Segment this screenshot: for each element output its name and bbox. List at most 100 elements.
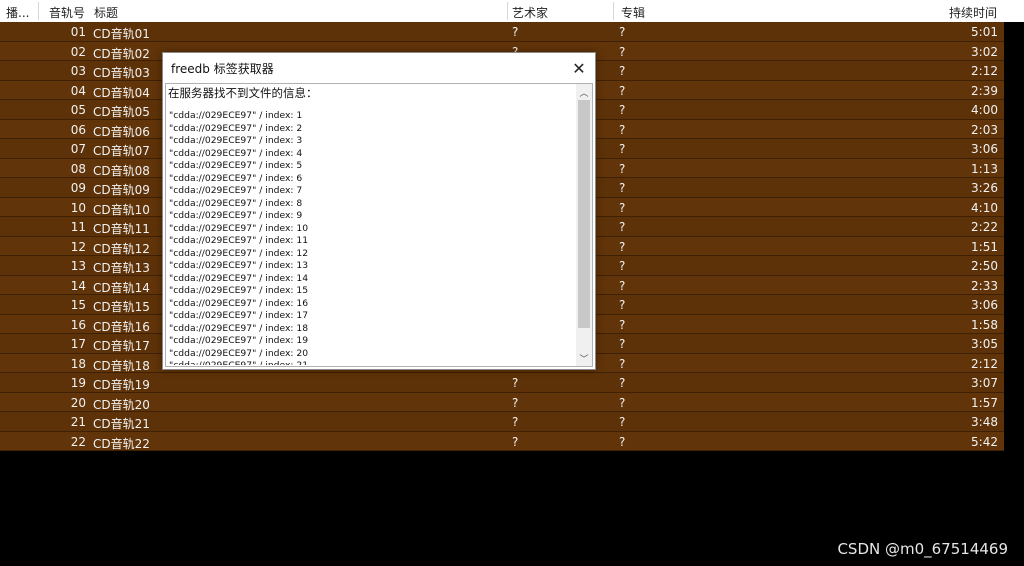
list-gutter [1004,22,1024,451]
track-album: ? [619,278,626,293]
scroll-down-icon[interactable]: ﹀ [576,350,592,366]
track-album: ? [619,239,626,254]
track-duration: 2:50 [971,259,998,273]
track-number: 22 [70,434,86,449]
track-artist: ? [512,415,519,429]
track-title: CD音轨02 [93,46,150,61]
missing-info-line: "cdda://029ECE97" / index: 6 [169,172,303,184]
track-number: 09 [70,181,86,195]
track-album: ? [619,337,626,351]
track-album: ? [619,356,626,371]
track-album: ? [619,395,626,410]
missing-info-line: "cdda://029ECE97" / index: 1 [169,110,303,121]
track-number: 14 [70,278,86,293]
track-number: 15 [70,298,86,312]
track-album: ? [619,376,626,390]
track-album: ? [619,142,626,156]
track-number: 13 [70,259,86,273]
track-title: CD音轨10 [93,202,150,217]
column-header-title[interactable]: 标题 [94,4,118,21]
track-number: 11 [70,220,86,234]
track-title: CD音轨16 [93,319,150,334]
missing-info-line: "cdda://029ECE97" / index: 16 [169,297,309,309]
track-row[interactable]: 19 CD音轨19?? 3:07 [0,373,1004,393]
track-album: ? [619,298,626,312]
track-duration: 3:26 [971,181,998,195]
track-number: 20 [70,395,86,410]
track-row[interactable]: 20 CD音轨20?? 1:57 [0,392,1004,412]
track-duration: 4:00 [971,103,998,117]
track-duration: 2:03 [971,122,998,137]
track-number: 12 [70,239,86,254]
missing-info-line: "cdda://029ECE97" / index: 19 [169,335,309,346]
track-row[interactable]: 01 CD音轨01?? 5:01 [0,22,1004,42]
track-duration: 3:02 [971,44,998,59]
missing-info-line: "cdda://029ECE97" / index: 5 [169,160,303,171]
missing-info-line: "cdda://029ECE97" / index: 3 [169,135,303,146]
missing-info-line: "cdda://029ECE97" / index: 21 [169,360,577,365]
track-duration: 2:22 [971,220,998,234]
column-header-artist[interactable]: 艺术家 [512,4,548,21]
track-duration: 3:07 [971,376,998,390]
track-title: CD音轨14 [93,280,150,295]
missing-info-line: "cdda://029ECE97" / index: 9 [169,210,303,221]
missing-info-line: "cdda://029ECE97" / index: 14 [169,272,309,284]
track-title: CD音轨22 [93,436,150,451]
track-title: CD音轨17 [93,339,150,353]
dialog-titlebar[interactable]: freedb 标签获取器 ✕ [163,53,595,83]
track-duration: 3:48 [971,415,998,429]
track-duration: 1:51 [971,239,998,254]
track-title: CD音轨21 [93,417,150,431]
dialog-title: freedb 标签获取器 [171,62,274,76]
track-title: CD音轨19 [93,378,150,392]
track-duration: 1:13 [971,161,998,176]
track-number: 08 [70,161,86,176]
track-album: ? [619,25,626,39]
missing-info-line: "cdda://029ECE97" / index: 10 [169,222,309,234]
track-title: CD音轨05 [93,105,150,119]
column-header-track-number[interactable]: 音轨号 [49,4,85,21]
track-album: ? [619,64,626,78]
track-row[interactable]: 21 CD音轨21?? 3:48 [0,412,1004,432]
scroll-up-icon[interactable]: ︿ [576,84,592,100]
freedb-dialog: freedb 标签获取器 ✕ 在服务器找不到文件的信息： "cdda://029… [162,52,596,370]
track-album: ? [619,83,626,98]
dialog-scrollbar[interactable]: ︿ ﹀ [576,84,592,366]
track-title: CD音轨04 [93,85,150,100]
column-header-duration[interactable]: 持续时间 [949,4,997,21]
dialog-message: 在服务器找不到文件的信息： [168,86,318,100]
track-album: ? [619,161,626,176]
column-header-album[interactable]: 专辑 [621,4,645,21]
track-number: 07 [70,142,86,156]
watermark: CSDN @m0_67514469 [837,540,1008,558]
track-number: 19 [70,376,86,390]
scroll-thumb[interactable] [578,100,590,328]
column-separator[interactable] [507,2,508,20]
track-number: 06 [70,122,86,137]
track-number: 02 [70,44,86,59]
dialog-textbox[interactable]: 在服务器找不到文件的信息： "cdda://029ECE97" / index:… [165,83,593,367]
track-duration: 3:06 [971,142,998,156]
track-duration: 2:12 [971,64,998,78]
track-number: 21 [70,415,86,429]
missing-info-line: "cdda://029ECE97" / index: 13 [169,260,309,271]
track-title: CD音轨12 [93,241,150,256]
missing-info-line: "cdda://029ECE97" / index: 4 [169,147,303,159]
track-album: ? [619,415,626,429]
close-icon[interactable]: ✕ [563,53,595,83]
track-duration: 1:58 [971,317,998,332]
track-duration: 3:05 [971,337,998,351]
column-separator[interactable] [38,2,39,20]
track-duration: 4:10 [971,200,998,215]
track-album: ? [619,200,626,215]
track-number: 03 [70,64,86,78]
track-duration: 2:33 [971,278,998,293]
column-header-play[interactable]: 播... [6,4,29,21]
track-number: 01 [70,25,86,39]
track-row[interactable]: 22 CD音轨22?? 5:42 [0,431,1004,451]
track-title: CD音轨08 [93,163,150,178]
track-title: CD音轨20 [93,397,150,412]
missing-info-line: "cdda://029ECE97" / index: 18 [169,322,309,334]
track-album: ? [619,259,626,273]
column-separator[interactable] [613,2,614,20]
